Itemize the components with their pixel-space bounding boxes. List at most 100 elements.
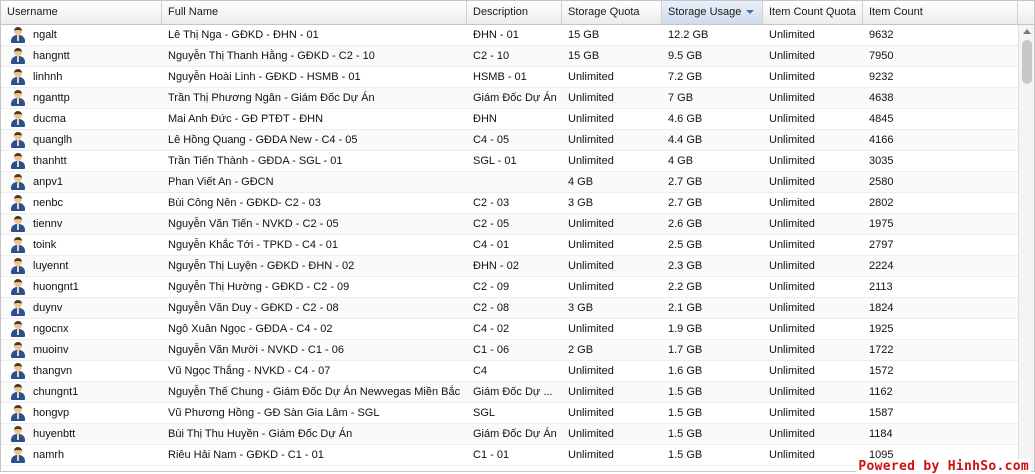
cell-storage-usage: 1.9 GB (668, 323, 703, 335)
column-header-storage-usage[interactable]: Storage Usage (662, 1, 763, 24)
cell-item-count: 1824 (869, 302, 894, 314)
cell-storage-quota: Unlimited (568, 428, 614, 440)
table-row[interactable]: hangntt Nguyễn Thị Thanh Hằng - GĐKD - C2… (1, 46, 1018, 67)
cell-storage-quota: Unlimited (568, 323, 614, 335)
user-icon (11, 216, 25, 232)
table-row[interactable]: ducma Mai Anh Đức - GĐ PTĐT - ĐHN ĐHN Unlim… (1, 109, 1018, 130)
table-row[interactable]: luyennt Nguyễn Thị Luyện - GĐKD - ĐHN - 0… (1, 256, 1018, 277)
cell-full-name: Vũ Ngọc Thắng - NVKD - C4 - 07 (168, 365, 331, 377)
column-header-storage-quota[interactable]: Storage Quota (562, 1, 662, 24)
username-text: ducma (33, 112, 67, 125)
column-header-item-count-quota[interactable]: Item Count Quota (763, 1, 863, 24)
cell-storage-usage: 1.5 GB (668, 407, 703, 419)
cell-description: ĐHN - 02 (473, 260, 519, 272)
cell-item-count-quota: Unlimited (769, 281, 815, 293)
username-text: luyennt (33, 259, 69, 272)
user-icon (11, 300, 25, 316)
cell-description: C2 - 10 (473, 50, 510, 62)
username-text: thanhtt (33, 154, 67, 167)
table-row[interactable]: nenbc Bùi Công Nên - GĐKD- C2 - 03 C2 - 03… (1, 193, 1018, 214)
table-row[interactable]: nganttp Trần Thị Phương Ngân - Giám Đốc D… (1, 88, 1018, 109)
scrollbar-thumb[interactable] (1022, 40, 1032, 84)
user-icon (11, 426, 25, 442)
table-row[interactable]: linhnh Nguyễn Hoài Linh - GĐKD - HSMB - 0… (1, 67, 1018, 88)
table-row[interactable]: hongvp Vũ Phương Hồng - GĐ Sàn Gia Lâm - … (1, 403, 1018, 424)
username-text: ngalt (33, 28, 57, 41)
cell-full-name: Nguyễn Văn Tiến - NVKD - C2 - 05 (168, 218, 339, 230)
column-header-full-name[interactable]: Full Name (162, 1, 467, 24)
cell-storage-usage: 7.2 GB (668, 71, 703, 83)
cell-username: ngocnx (1, 319, 162, 339)
table-row[interactable]: huongnt1 Nguyễn Thị Hường - GĐKD - C2 - 0… (1, 277, 1018, 298)
table-row[interactable]: ngalt Lê Thị Nga - GĐKD - ĐHN - 01 ĐHN - 0… (1, 25, 1018, 46)
cell-storage-quota: Unlimited (568, 365, 614, 377)
cell-item-count-quota: Unlimited (769, 344, 815, 356)
table-row[interactable]: muoinv Nguyễn Văn Mười - NVKD - C1 - 06 C1… (1, 340, 1018, 361)
cell-storage-quota: Unlimited (568, 71, 614, 83)
cell-full-name: Phan Viết An - GĐCN (168, 176, 274, 188)
cell-description (467, 172, 562, 192)
column-header-item-count[interactable]: Item Count (863, 1, 1018, 24)
user-icon (11, 27, 25, 43)
user-icon (11, 279, 25, 295)
cell-username: thangvn (1, 361, 162, 381)
cell-item-count: 4166 (869, 134, 894, 146)
cell-storage-usage: 1.5 GB (668, 449, 703, 461)
table-row[interactable]: anpv1 Phan Viết An - GĐCN 4 GB 2.7 GB Unlimi… (1, 172, 1018, 193)
cell-username: anpv1 (1, 172, 162, 192)
cell-full-name: Vũ Phương Hồng - GĐ Sàn Gia Lâm - SGL (168, 407, 380, 419)
table-row[interactable]: toink Nguyễn Khắc Tới - TPKD - C4 - 01 C4 … (1, 235, 1018, 256)
cell-item-count: 1162 (869, 386, 893, 398)
table-row[interactable]: huyenbtt Bùi Thị Thu Huyền - Giám Đốc Dự … (1, 424, 1018, 445)
cell-full-name: Nguyễn Văn Duy - GĐKD - C2 - 08 (168, 302, 339, 314)
grid-body[interactable]: ngalt Lê Thị Nga - GĐKD - ĐHN - 01 ĐHN - 0… (1, 25, 1018, 471)
cell-description: C1 - 01 (473, 449, 510, 461)
cell-description: C4 - 01 (473, 239, 510, 251)
cell-item-count-quota: Unlimited (769, 428, 815, 440)
cell-storage-usage: 7 GB (668, 92, 694, 104)
user-icon (11, 174, 25, 190)
username-text: quanglh (33, 133, 73, 146)
cell-username: muoinv (1, 340, 162, 360)
column-header-label: Storage Usage (668, 6, 742, 18)
table-row[interactable]: thangvn Vũ Ngọc Thắng - NVKD - C4 - 07 C4 U… (1, 361, 1018, 382)
user-icon (11, 195, 25, 211)
cell-full-name: Bùi Thị Thu Huyền - Giám Đốc Dự Án (168, 428, 353, 440)
table-row[interactable]: tiennv Nguyễn Văn Tiến - NVKD - C2 - 05 C2… (1, 214, 1018, 235)
column-header-username[interactable]: Username (1, 1, 162, 24)
cell-item-count: 2224 (869, 260, 894, 272)
cell-description: ĐHN (473, 113, 497, 125)
cell-storage-quota: Unlimited (568, 218, 614, 230)
username-text: anpv1 (33, 175, 63, 188)
cell-full-name: Ngô Xuân Ngọc - GĐDA - C4 - 02 (168, 323, 333, 335)
table-row[interactable]: ngocnx Ngô Xuân Ngọc - GĐDA - C4 - 02 C4 -… (1, 319, 1018, 340)
cell-item-count: 3035 (869, 155, 894, 167)
vertical-scrollbar[interactable] (1018, 25, 1034, 471)
cell-username: linhnh (1, 67, 162, 87)
column-header-label: Item Count (869, 6, 923, 18)
cell-full-name: Nguyễn Thị Hường - GĐKD - C2 - 09 (168, 281, 350, 293)
cell-full-name: Nguyễn Hoài Linh - GĐKD - HSMB - 01 (168, 71, 361, 83)
cell-storage-usage: 4 GB (668, 155, 694, 167)
cell-username: tiennv (1, 214, 162, 234)
scroll-up-arrow-icon[interactable] (1023, 29, 1031, 34)
table-row[interactable]: thanhtt Trần Tiến Thành - GĐDA - SGL - 01… (1, 151, 1018, 172)
username-text: tiennv (33, 217, 63, 230)
column-header-description[interactable]: Description (467, 1, 562, 24)
cell-storage-usage: 2.1 GB (668, 302, 703, 314)
cell-storage-quota: 2 GB (568, 344, 594, 356)
username-text: hangntt (33, 49, 70, 62)
table-row[interactable]: duynv Nguyễn Văn Duy - GĐKD - C2 - 08 C2 -… (1, 298, 1018, 319)
cell-item-count: 1722 (869, 344, 894, 356)
cell-storage-quota: 3 GB (568, 302, 594, 314)
cell-item-count: 1925 (869, 323, 894, 335)
cell-username: thanhtt (1, 151, 162, 171)
cell-item-count-quota: Unlimited (769, 92, 815, 104)
cell-item-count: 2797 (869, 239, 894, 251)
table-row[interactable]: quanglh Lê Hồng Quang - GĐDA New - C4 - 0… (1, 130, 1018, 151)
cell-storage-quota: Unlimited (568, 407, 614, 419)
cell-description: C2 - 05 (473, 218, 510, 230)
column-header-label: Full Name (168, 6, 219, 18)
user-icon (11, 258, 25, 274)
table-row[interactable]: chungnt1 Nguyễn Thế Chung - Giám Đốc Dự Á… (1, 382, 1018, 403)
